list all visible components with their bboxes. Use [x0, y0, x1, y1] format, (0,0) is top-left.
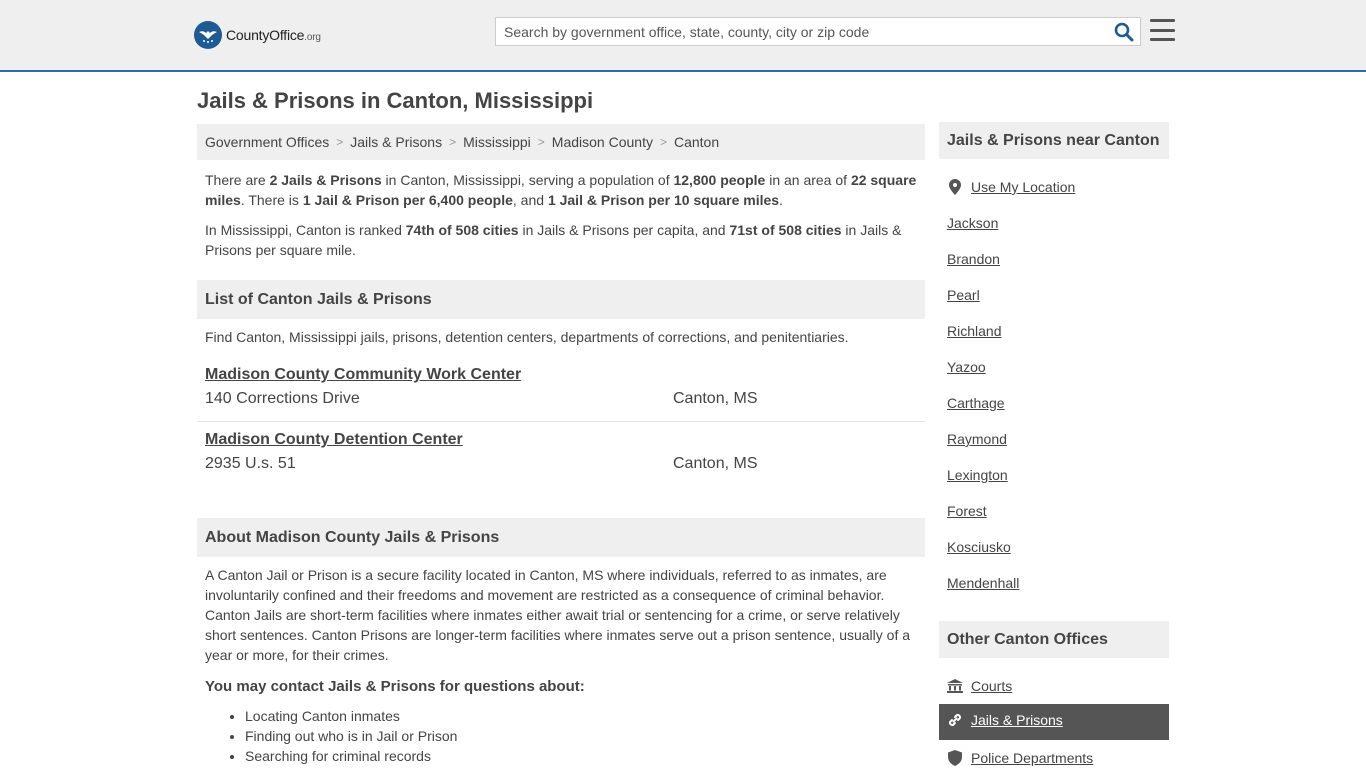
nearby-city-link[interactable]: Carthage: [947, 395, 1005, 411]
nearby-city-link[interactable]: Raymond: [947, 431, 1007, 447]
sidebar-item-richland[interactable]: Richland: [947, 321, 1001, 341]
list-item: Searching for criminal records: [245, 746, 457, 766]
sidebar-item-forest[interactable]: Forest: [947, 501, 987, 521]
nearby-city-link[interactable]: Jackson: [947, 215, 998, 231]
sidebar-item-mendenhall[interactable]: Mendenhall: [947, 573, 1019, 593]
list-item: Madison County Detention Center 2935 U.s…: [205, 431, 925, 472]
list-section-description: Find Canton, Mississippi jails, prisons,…: [205, 329, 849, 345]
sidebar-item-kosciusko[interactable]: Kosciusko: [947, 537, 1011, 557]
sidebar-item-brandon[interactable]: Brandon: [947, 249, 1000, 269]
sidebar-item-police-departments[interactable]: Police Departments: [947, 748, 1093, 768]
use-location-item[interactable]: Use My Location: [947, 177, 1075, 197]
facility-address: 2935 U.s. 51: [205, 455, 296, 472]
list-item: Finding out who is in Jail or Prison: [245, 726, 457, 746]
nearby-city-link[interactable]: Lexington: [947, 467, 1008, 483]
sidebar-item-raymond[interactable]: Raymond: [947, 429, 1007, 449]
sidebar-item-carthage[interactable]: Carthage: [947, 393, 1005, 413]
chevron-right-icon: >: [659, 135, 667, 149]
chevron-right-icon: >: [537, 135, 545, 149]
facility-address: 140 Corrections Drive: [205, 390, 360, 407]
breadcrumb: Government Offices > Jails & Prisons > M…: [197, 124, 925, 160]
facility-link[interactable]: Madison County Community Work Center: [205, 366, 521, 383]
use-location-link[interactable]: Use My Location: [971, 179, 1075, 195]
sidebar-item-jackson[interactable]: Jackson: [947, 213, 998, 233]
sidebar-item-pearl[interactable]: Pearl: [947, 285, 980, 305]
about-section-heading: About Madison County Jails & Prisons: [197, 518, 925, 557]
list-item: Locating Canton inmates: [245, 706, 457, 726]
list-item: Madison County Community Work Center 140…: [205, 366, 925, 407]
sidebar-item-lexington[interactable]: Lexington: [947, 465, 1008, 485]
nearby-city-link[interactable]: Yazoo: [947, 359, 986, 375]
about-body: A Canton Jail or Prison is a secure faci…: [205, 567, 911, 663]
breadcrumb-madison-county[interactable]: Madison County: [552, 134, 653, 150]
nearby-city-link[interactable]: Forest: [947, 503, 987, 519]
nearby-city-link[interactable]: Kosciusko: [947, 539, 1011, 555]
search-icon[interactable]: [1114, 22, 1134, 42]
sidebar-item-jails-prisons[interactable]: Jails & Prisons: [939, 704, 1169, 740]
sidebar-police-link[interactable]: Police Departments: [971, 750, 1093, 766]
logo-text: CountyOffice.org: [226, 27, 321, 43]
breadcrumb-jails-prisons[interactable]: Jails & Prisons: [350, 134, 442, 150]
sidebar-item-courts[interactable]: Courts: [947, 676, 1012, 696]
sidebar-courts-link[interactable]: Courts: [971, 678, 1012, 694]
nearby-city-link[interactable]: Mendenhall: [947, 575, 1019, 591]
sidebar-other-heading: Other Canton Offices: [939, 621, 1169, 658]
facility-city: Canton, MS: [673, 455, 758, 472]
shield-icon: [947, 750, 963, 766]
site-logo[interactable]: CountyOffice.org: [194, 21, 321, 49]
nearby-city-link[interactable]: Pearl: [947, 287, 980, 303]
page-title: Jails & Prisons in Canton, Mississippi: [197, 88, 594, 113]
search-box: [495, 17, 1141, 46]
breadcrumb-government-offices[interactable]: Government Offices: [205, 134, 329, 150]
list-divider: [197, 421, 925, 422]
chevron-right-icon: >: [336, 135, 344, 149]
chevron-right-icon: >: [449, 135, 457, 149]
sidebar-nearby-heading: Jails & Prisons near Canton: [939, 122, 1169, 159]
contact-heading: You may contact Jails & Prisons for ques…: [205, 678, 585, 695]
site-header: CountyOffice.org: [0, 0, 1366, 72]
sidebar-item-yazoo[interactable]: Yazoo: [947, 357, 986, 377]
intro-ranking: In Mississippi, Canton is ranked 74th of…: [205, 222, 902, 258]
sidebar-jails-prisons-link[interactable]: Jails & Prisons: [971, 712, 1063, 728]
contact-topics-list: Locating Canton inmates Finding out who …: [245, 706, 457, 766]
link-icon: [947, 712, 963, 728]
intro-summary: There are 2 Jails & Prisons in Canton, M…: [205, 172, 917, 208]
nearby-city-link[interactable]: Brandon: [947, 251, 1000, 267]
breadcrumb-mississippi[interactable]: Mississippi: [463, 134, 531, 150]
facility-link[interactable]: Madison County Detention Center: [205, 431, 463, 448]
nearby-city-link[interactable]: Richland: [947, 323, 1001, 339]
map-pin-icon: [947, 179, 963, 195]
list-section-heading: List of Canton Jails & Prisons: [197, 280, 925, 319]
courthouse-icon: [947, 678, 963, 694]
eagle-icon: [194, 21, 222, 49]
breadcrumb-canton[interactable]: Canton: [674, 134, 719, 150]
facility-city: Canton, MS: [673, 390, 758, 407]
search-input[interactable]: [496, 18, 1106, 45]
hamburger-menu-icon[interactable]: [1150, 19, 1175, 41]
